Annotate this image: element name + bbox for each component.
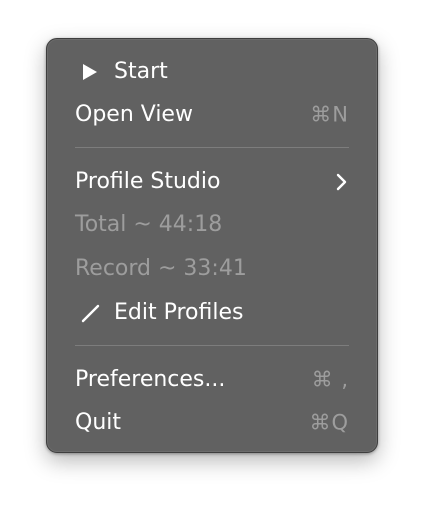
shortcut-label: ⌘N bbox=[310, 102, 349, 127]
menu-item-label: Quit bbox=[75, 410, 121, 435]
menu-item-record: Record ~ 33:41 bbox=[47, 249, 377, 289]
shortcut-label: ⌘Q bbox=[309, 410, 349, 435]
menu-separator bbox=[75, 147, 349, 148]
menu-separator bbox=[75, 345, 349, 346]
menu-item-edit-profiles[interactable]: Edit Profiles bbox=[47, 293, 377, 333]
menu-item-label: Start bbox=[114, 59, 168, 84]
menu-item-label: Edit Profiles bbox=[114, 300, 244, 325]
menu-item-start[interactable]: Start bbox=[47, 52, 377, 92]
pencil-icon bbox=[81, 304, 100, 323]
menu-item-preferences[interactable]: Preferences... ⌘ , bbox=[47, 360, 377, 400]
menu-item-label: Record ~ 33:41 bbox=[75, 256, 247, 281]
menu-item-open-view[interactable]: Open View ⌘N bbox=[47, 95, 377, 135]
chevron-right-icon bbox=[336, 173, 347, 191]
menu-item-label: Preferences... bbox=[75, 367, 226, 392]
menu-item-profile-studio[interactable]: Profile Studio bbox=[47, 162, 377, 202]
context-menu: Start Open View ⌘N Profile Studio Total … bbox=[46, 38, 378, 453]
menu-item-total: Total ~ 44:18 bbox=[47, 205, 377, 245]
menu-item-label: Total ~ 44:18 bbox=[75, 212, 223, 237]
play-icon bbox=[83, 64, 97, 80]
shortcut-label: ⌘ , bbox=[311, 367, 349, 392]
menu-item-label: Open View bbox=[75, 102, 193, 127]
menu-item-label: Profile Studio bbox=[75, 169, 221, 194]
menu-item-quit[interactable]: Quit ⌘Q bbox=[47, 403, 377, 443]
